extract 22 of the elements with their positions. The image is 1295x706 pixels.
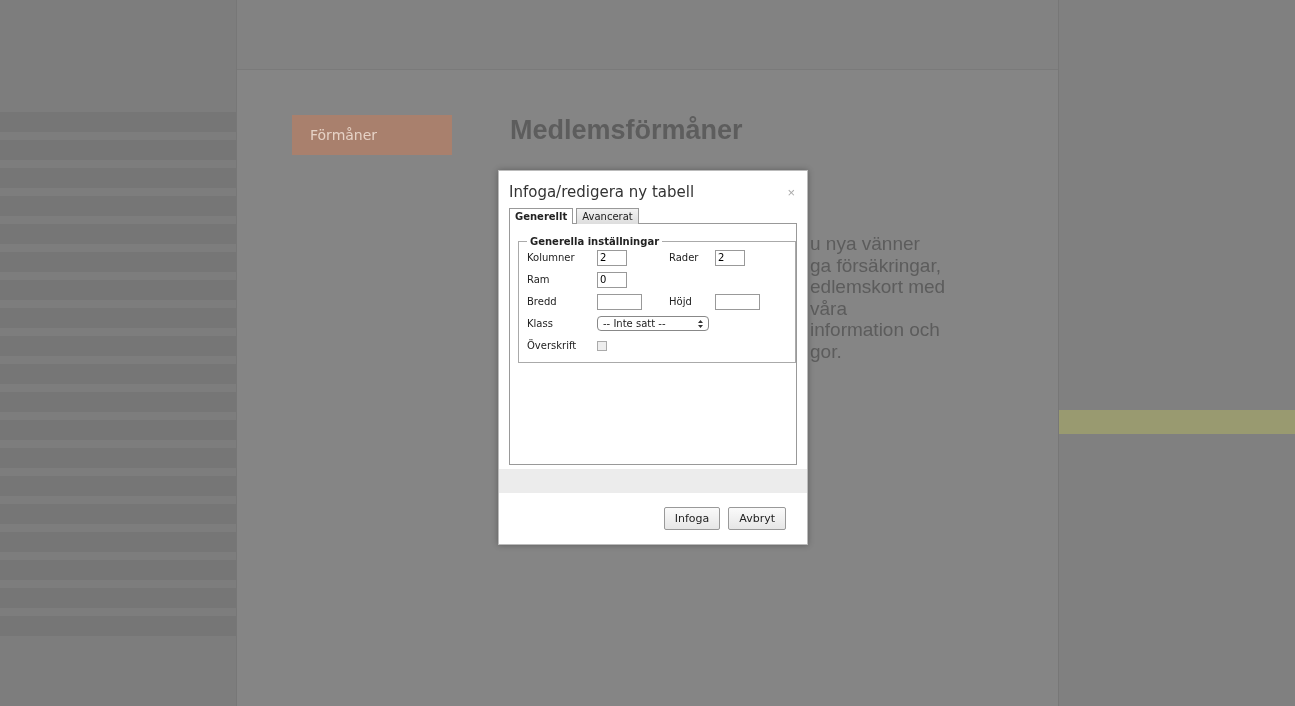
field-label: Rader	[669, 252, 700, 263]
field-label: Bredd	[527, 296, 558, 307]
field-label: Ram	[527, 274, 551, 285]
tab[interactable]: Avancerat	[576, 208, 639, 224]
checkbox[interactable]	[597, 340, 607, 351]
input-field[interactable]: 2	[597, 249, 627, 266]
input-field[interactable]: 2	[715, 249, 745, 266]
dialog-button[interactable]: Avbryt	[728, 507, 786, 530]
input-field[interactable]: 0	[597, 271, 627, 288]
field-label: Överskrift	[527, 340, 578, 351]
input-field[interactable]	[597, 293, 642, 310]
field-label: Höjd	[669, 296, 693, 307]
dialog-title: Infoga/redigera ny tabell	[509, 183, 695, 201]
tab[interactable]: Generellt	[509, 208, 574, 224]
field-label: Kolumner	[527, 252, 576, 263]
select-field[interactable]: -- Inte satt --	[597, 316, 709, 331]
group-legend: Generella inställningar	[527, 236, 663, 247]
highlighted-row[interactable]	[1059, 410, 1295, 434]
input-field[interactable]	[715, 293, 760, 310]
dialog-button[interactable]: Infoga	[663, 507, 721, 530]
updown-icon	[698, 319, 703, 328]
field-label: Klass	[527, 318, 554, 329]
